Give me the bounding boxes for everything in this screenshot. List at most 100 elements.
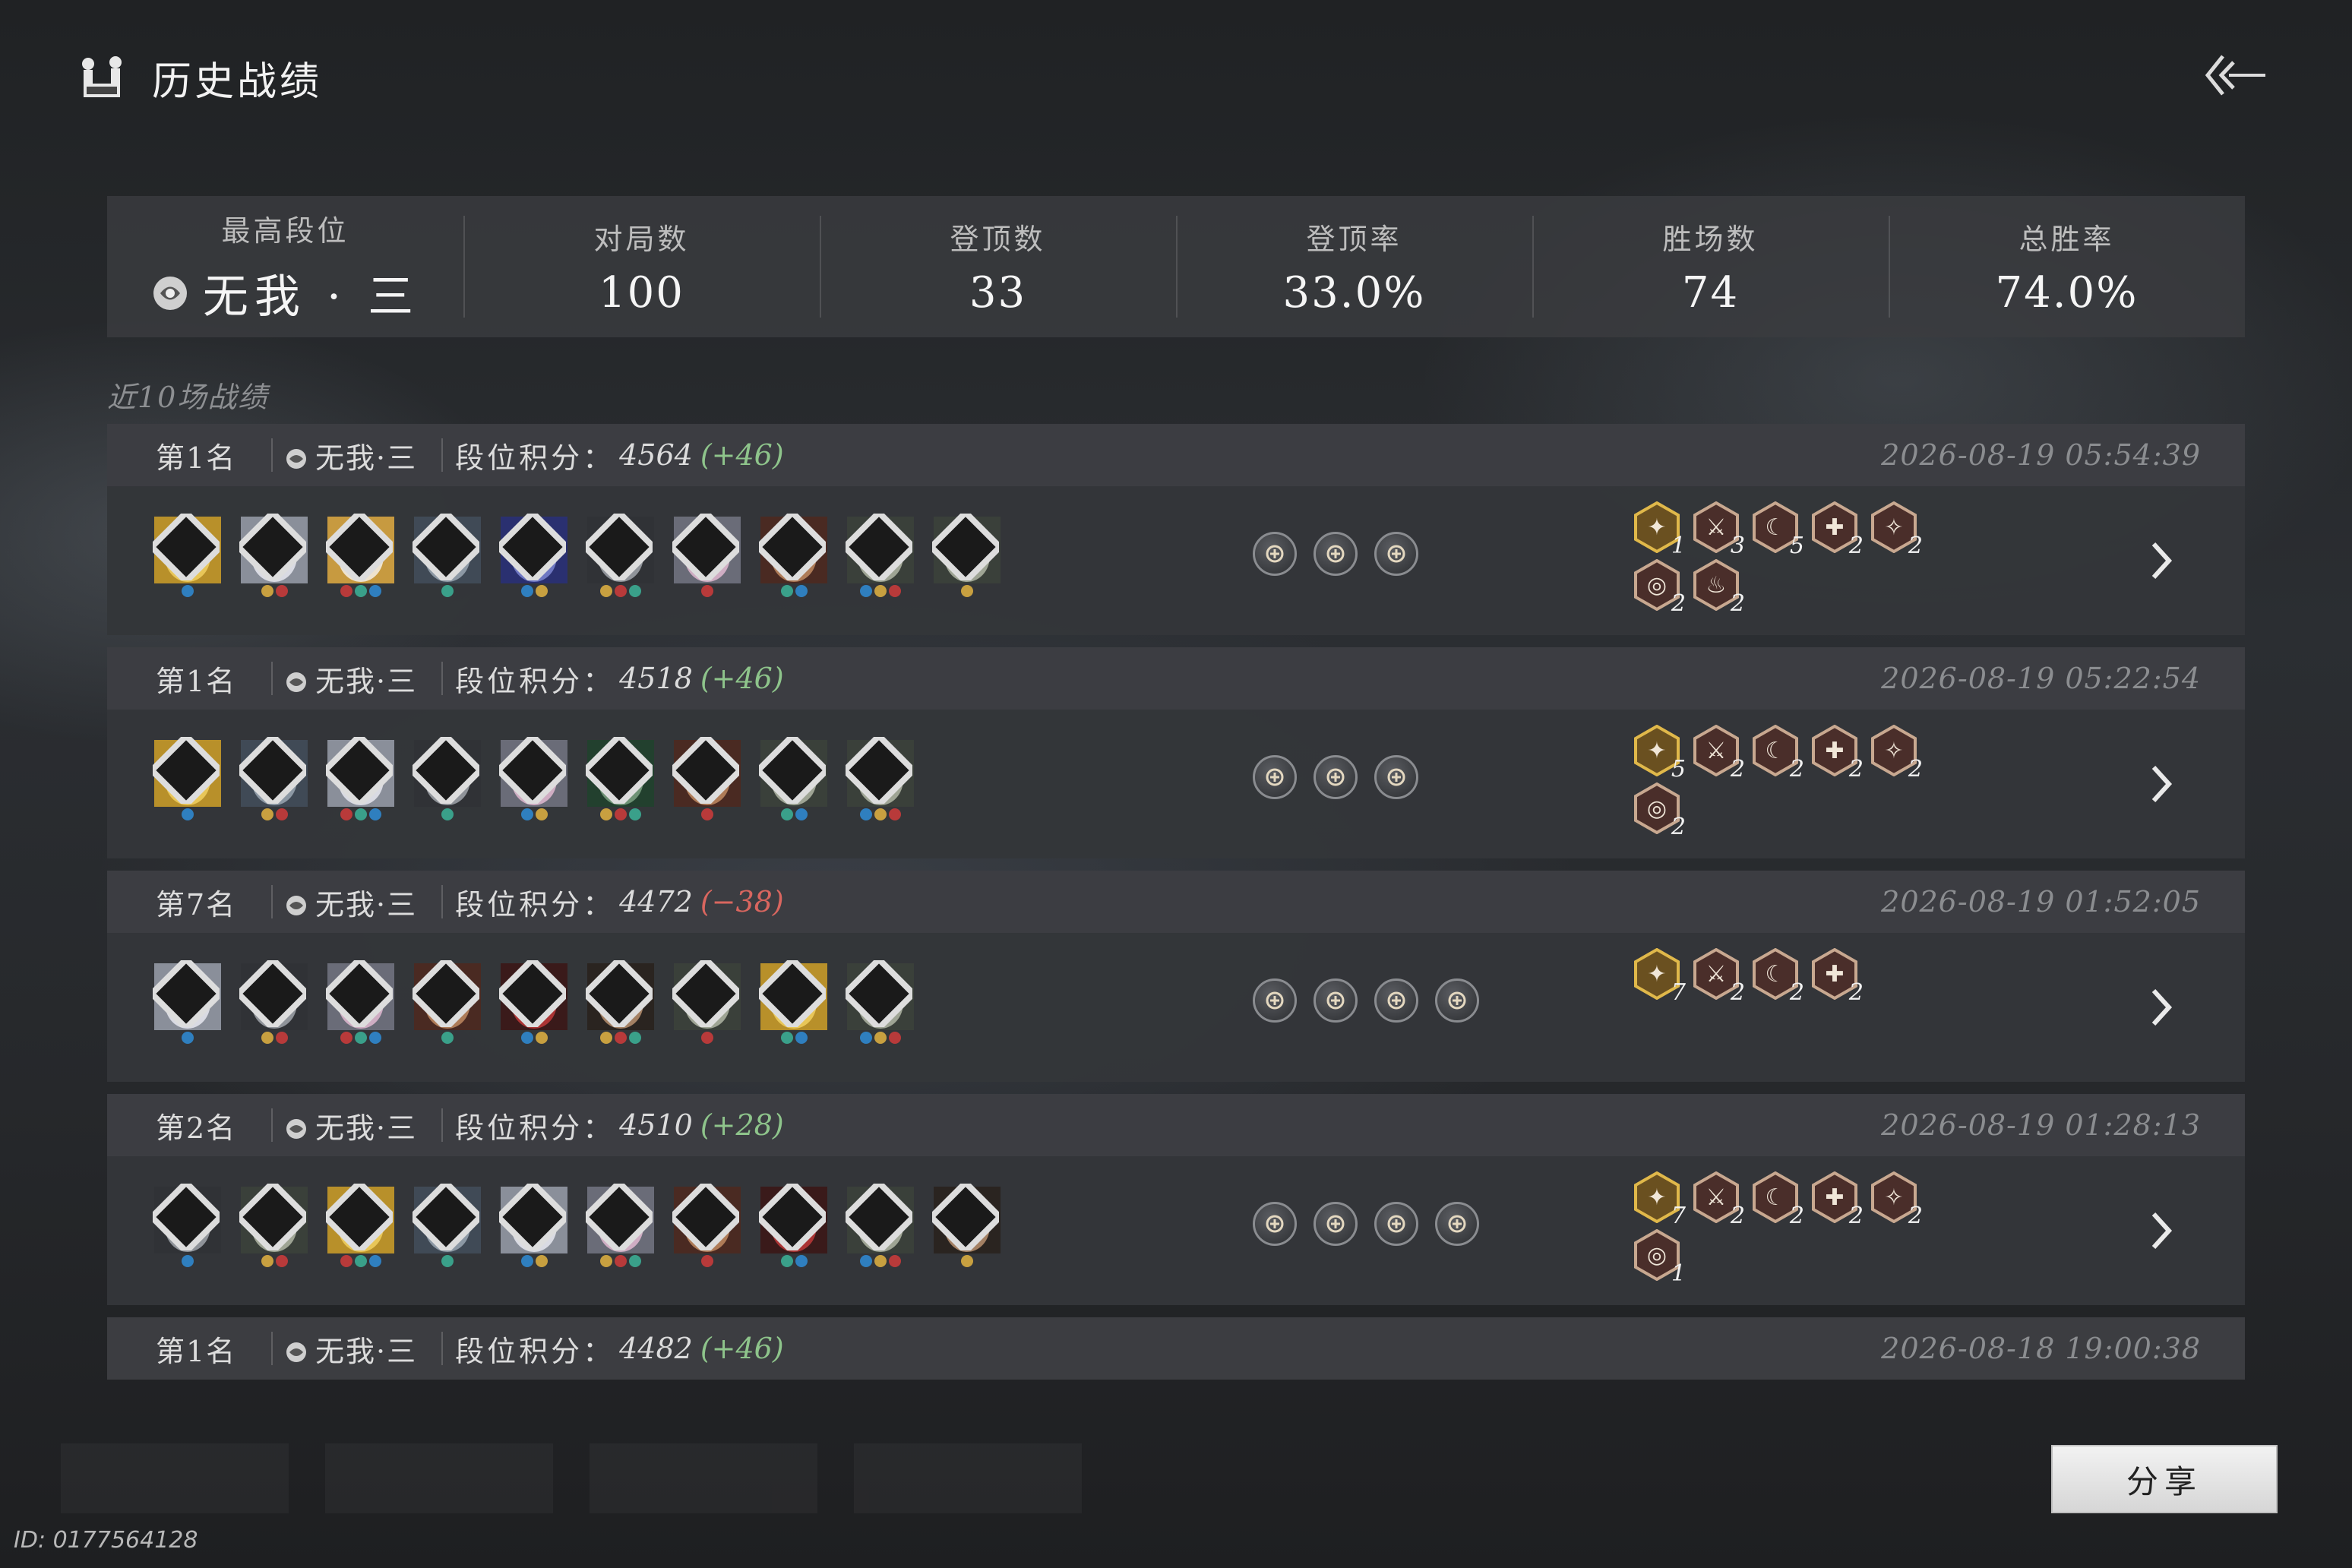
hero-portrait[interactable] (239, 514, 308, 600)
match-row[interactable]: 第2名 无我·三 段位积分： 4510 (+28) 2026-08-19 01:28:13… (107, 1094, 2245, 1305)
hero-portrait[interactable] (326, 737, 394, 824)
match-row[interactable]: 第1名 无我·三 段位积分： 4518 (+46) 2026-08-19 05:22:54… (107, 647, 2245, 858)
stat-label: 胜场数 (1662, 223, 1759, 256)
heart-icon[interactable] (1314, 755, 1358, 799)
synergy-badge[interactable]: ✧ 2 (1868, 1171, 1923, 1229)
hero-portrait[interactable] (846, 514, 914, 600)
hero-portrait[interactable] (153, 1184, 221, 1270)
hero-portrait[interactable] (153, 960, 221, 1047)
hero-portrait[interactable] (499, 737, 567, 824)
recent-matches-title: 近10场战绩 (107, 381, 269, 414)
hero-portrait[interactable] (846, 960, 914, 1047)
back-arrow-icon[interactable] (2200, 49, 2268, 102)
hero-portrait[interactable] (239, 1184, 308, 1270)
synergy-badge[interactable]: ☾ 2 (1750, 724, 1804, 782)
synergy-badge[interactable]: ✦ 5 (1631, 724, 1686, 782)
coin-icon[interactable] (1374, 532, 1418, 576)
hero-portrait[interactable] (672, 514, 741, 600)
hero-portrait[interactable] (846, 1184, 914, 1270)
synergy-badge[interactable]: ✚ 2 (1809, 501, 1864, 559)
hero-portrait[interactable] (413, 737, 481, 824)
hero-portrait[interactable] (499, 1184, 567, 1270)
hero-portrait[interactable] (586, 1184, 654, 1270)
gold-bag-icon[interactable] (1253, 978, 1297, 1023)
synergy-badge[interactable]: ☾ 5 (1750, 501, 1804, 559)
hero-portrait[interactable] (239, 737, 308, 824)
synergy-badge[interactable]: ✧ 2 (1868, 724, 1923, 782)
hero-portrait[interactable] (326, 960, 394, 1047)
swords-icon[interactable] (1374, 755, 1418, 799)
synergy-badge[interactable]: ⚔ 2 (1690, 1171, 1745, 1229)
hero-portrait[interactable] (759, 737, 827, 824)
synergy-count: 2 (1848, 979, 1864, 1006)
synergy-badge[interactable]: ✚ 2 (1809, 1171, 1864, 1229)
chevron-right-icon[interactable] (2146, 761, 2177, 807)
hero-portrait[interactable] (153, 514, 221, 600)
hero-portrait[interactable] (672, 1184, 741, 1270)
hero-portrait[interactable] (759, 960, 827, 1047)
synergy-badge[interactable]: ☾ 2 (1750, 1171, 1804, 1229)
hero-portrait[interactable] (586, 960, 654, 1047)
synergy-badge[interactable]: ✦ 7 (1631, 947, 1686, 1006)
synergy-badge[interactable]: ⚔ 2 (1690, 724, 1745, 782)
heart-icon[interactable] (1374, 1202, 1418, 1246)
shield-icon[interactable] (1435, 1202, 1479, 1246)
synergy-badge[interactable]: ✦ 1 (1631, 501, 1686, 559)
matches-value: 100 (599, 268, 684, 318)
hero-portrait[interactable] (759, 514, 827, 600)
person-icon[interactable] (1314, 978, 1358, 1023)
hero-portrait[interactable] (672, 960, 741, 1047)
hero-portrait[interactable] (326, 1184, 394, 1270)
hero-portrait[interactable] (153, 737, 221, 824)
match-row[interactable]: 第1名 无我·三 段位积分： 4482 (+46) 2026-08-18 19:00:38 (107, 1317, 2245, 1380)
hero-portrait[interactable] (413, 514, 481, 600)
hero-equipment (587, 1032, 654, 1044)
synergy-badge[interactable]: ♨ 2 (1690, 558, 1745, 617)
hero-portrait[interactable] (846, 737, 914, 824)
synergy-badge[interactable]: ✦ 7 (1631, 1171, 1686, 1229)
scroll-icon[interactable] (1314, 532, 1358, 576)
hero-portrait[interactable] (672, 737, 741, 824)
hero-portrait[interactable] (586, 514, 654, 600)
match-time: 2026-08-19 05:22:54 (1881, 662, 2201, 695)
hero-equipment (154, 585, 221, 597)
match-row[interactable]: 第1名 无我·三 段位积分： 4564 (+46) 2026-08-19 05:54:39… (107, 424, 2245, 635)
synergy-badge[interactable]: ◎ 2 (1631, 558, 1686, 617)
chevron-right-icon[interactable] (2146, 985, 2177, 1030)
synergy-badge[interactable]: ◎ 2 (1631, 782, 1686, 840)
divider (441, 885, 444, 918)
hero-portrait[interactable] (239, 960, 308, 1047)
share-button[interactable]: 分享 (2051, 1445, 2278, 1513)
match-row[interactable]: 第7名 无我·三 段位积分： 4472 (−38) 2026-08-19 01:52:05… (107, 871, 2245, 1082)
hero-portrait[interactable] (759, 1184, 827, 1270)
feather-icon[interactable] (1435, 978, 1479, 1023)
items (1253, 755, 1418, 799)
refresh-icon[interactable] (1374, 978, 1418, 1023)
synergy-badge[interactable]: ⚔ 2 (1690, 947, 1745, 1006)
hero-portrait[interactable] (326, 514, 394, 600)
hero-portrait[interactable] (499, 960, 567, 1047)
chevron-right-icon[interactable] (2146, 1208, 2177, 1253)
score-label: 段位积分： (455, 664, 615, 698)
gold-bag-icon[interactable] (1253, 1202, 1297, 1246)
synergy-badge[interactable]: ◎ 1 (1631, 1228, 1686, 1287)
chevron-right-icon[interactable] (2146, 538, 2177, 583)
bag-icon[interactable] (1253, 532, 1297, 576)
swirl-icon[interactable] (1253, 755, 1297, 799)
score-delta: (+46) (700, 438, 784, 472)
hero-portrait[interactable] (499, 514, 567, 600)
synergy-badge[interactable]: ✚ 2 (1809, 947, 1864, 1006)
synergy-badge[interactable]: ✚ 2 (1809, 724, 1864, 782)
synergy-badge[interactable]: ⚔ 3 (1690, 501, 1745, 559)
hero-portrait[interactable] (413, 960, 481, 1047)
hero-portrait[interactable] (932, 514, 1001, 600)
hero-equipment (587, 1255, 654, 1267)
hero-portrait[interactable] (932, 1184, 1001, 1270)
hero-portrait[interactable] (413, 1184, 481, 1270)
hero-portrait[interactable] (586, 737, 654, 824)
synergy-badge[interactable]: ✧ 2 (1868, 501, 1923, 559)
person-icon[interactable] (1314, 1202, 1358, 1246)
synergy-badge[interactable]: ☾ 2 (1750, 947, 1804, 1006)
match-header: 第2名 无我·三 段位积分： 4510 (+28) 2026-08-19 01:28:13 (107, 1094, 2245, 1156)
svg-text:◎: ◎ (1647, 1242, 1667, 1269)
